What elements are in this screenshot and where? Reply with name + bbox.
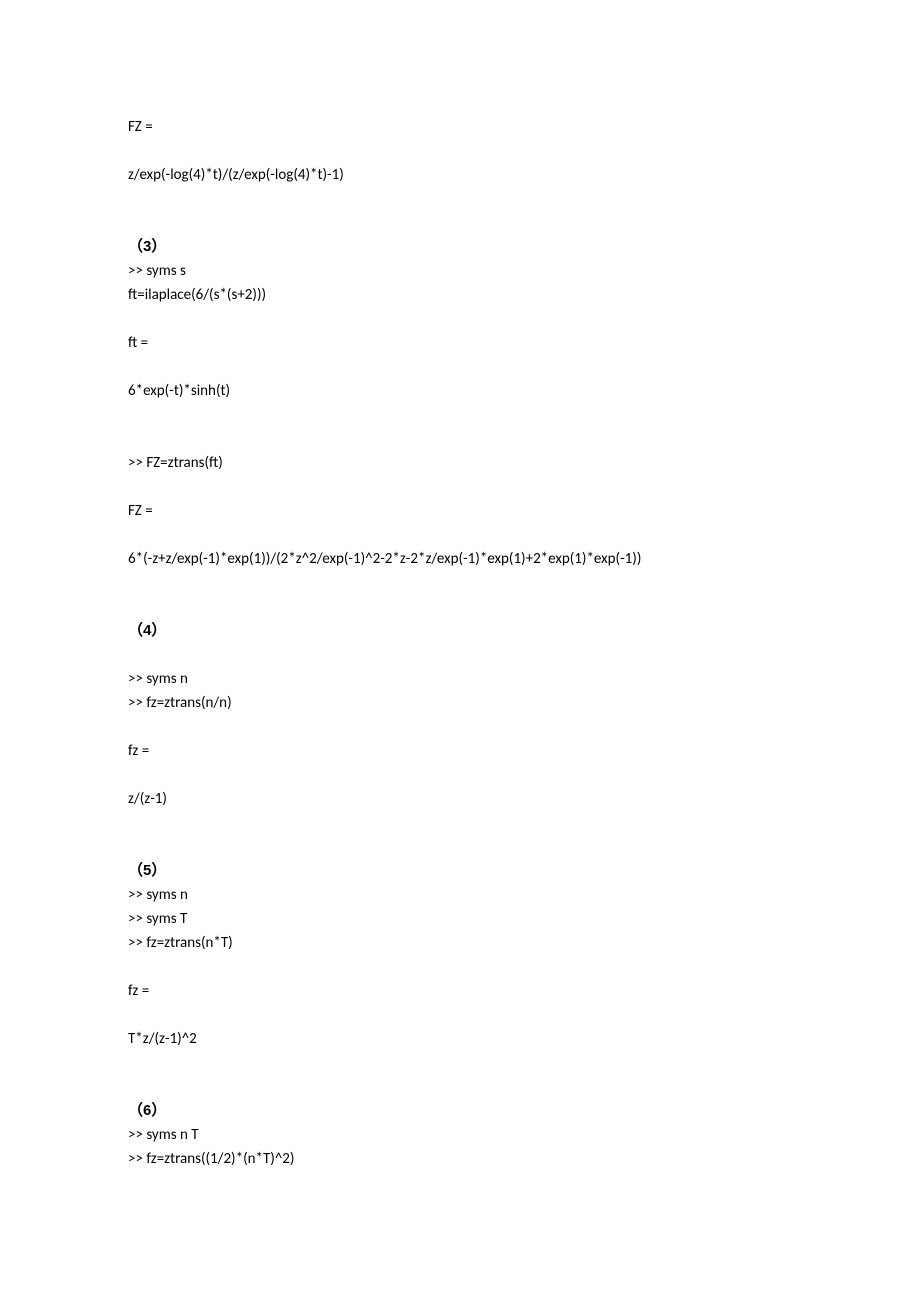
blank-line [128, 403, 792, 427]
blank-line [128, 1075, 792, 1099]
blank-line [128, 139, 792, 163]
code-line: ft=ilaplace(6/(s*(s+2))) [128, 283, 792, 307]
code-line: 6*(-z+z/exp(-1)*exp(1))/(2*z^2/exp(-1)^2… [128, 547, 792, 571]
code-line: fz = [128, 979, 792, 1003]
section-label: （6） [128, 1099, 792, 1123]
code-line: fz = [128, 739, 792, 763]
code-line: >> syms T [128, 907, 792, 931]
code-line: >> syms n [128, 883, 792, 907]
blank-line [128, 355, 792, 379]
code-line: FZ = [128, 115, 792, 139]
code-line: >> syms s [128, 259, 792, 283]
blank-line [128, 955, 792, 979]
code-line: z/(z-1) [128, 787, 792, 811]
blank-line [128, 595, 792, 619]
code-line: >> fz=ztrans(n/n) [128, 691, 792, 715]
blank-line [128, 643, 792, 667]
blank-line [128, 811, 792, 835]
code-line: >> fz=ztrans((1/2)*(n*T)^2) [128, 1147, 792, 1171]
code-line: FZ = [128, 499, 792, 523]
blank-line [128, 835, 792, 859]
blank-line [128, 523, 792, 547]
code-line: z/exp(-log(4)*t)/(z/exp(-log(4)*t)-1) [128, 163, 792, 187]
code-line: T*z/(z-1)^2 [128, 1027, 792, 1051]
code-line: 6*exp(-t)*sinh(t) [128, 379, 792, 403]
code-line: ft = [128, 331, 792, 355]
code-line: >> syms n T [128, 1123, 792, 1147]
section-label: （5） [128, 859, 792, 883]
blank-line [128, 307, 792, 331]
code-line: >> fz=ztrans(n*T) [128, 931, 792, 955]
blank-line [128, 187, 792, 211]
code-line: >> FZ=ztrans(ft) [128, 451, 792, 475]
code-line: >> syms n [128, 667, 792, 691]
blank-line [128, 1003, 792, 1027]
section-label: （3） [128, 235, 792, 259]
blank-line [128, 1051, 792, 1075]
blank-line [128, 475, 792, 499]
blank-line [128, 211, 792, 235]
blank-line [128, 715, 792, 739]
blank-line [128, 427, 792, 451]
blank-line [128, 763, 792, 787]
document-page: FZ = z/exp(-log(4)*t)/(z/exp(-log(4)*t)-1… [0, 0, 920, 1271]
blank-line [128, 571, 792, 595]
section-label: （4） [128, 619, 792, 643]
